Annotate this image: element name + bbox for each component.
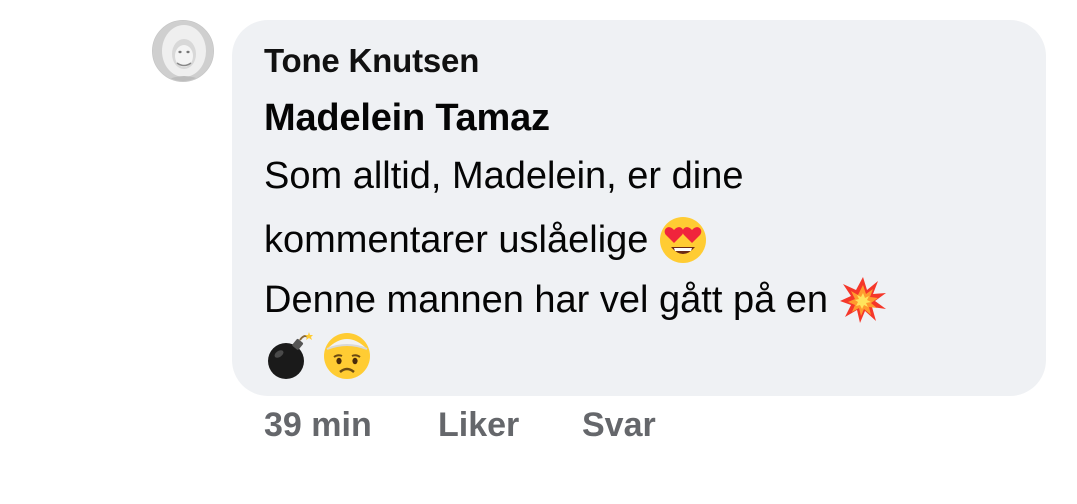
like-button[interactable]: Liker <box>438 406 519 445</box>
comment-author[interactable]: Tone Knutsen <box>264 42 479 80</box>
bomb-emoji-icon <box>264 331 314 381</box>
collision-emoji-icon <box>838 275 888 325</box>
comment-emoji-line <box>264 331 380 381</box>
dizzy-face-emoji-icon <box>322 331 372 381</box>
avatar-photo-icon <box>153 21 213 81</box>
heart-eyes-emoji-icon <box>658 215 708 265</box>
comment-text: Denne mannen har vel gått på en <box>264 278 829 321</box>
comment-text: Som alltid, Madelein, er dine <box>264 155 744 197</box>
comment-text-line: Som alltid, Madelein, er dine <box>264 155 743 198</box>
comment-thread: Tone Knutsen Madelein Tamaz Som alltid, … <box>0 0 1077 504</box>
comment-timestamp[interactable]: 39 min <box>264 406 372 445</box>
comment-text-line: kommentarer uslåelige <box>264 215 708 265</box>
avatar[interactable] <box>152 20 214 82</box>
comment-text: kommentarer uslåelige <box>264 218 649 261</box>
comment-text-line: Denne mannen har vel gått på en <box>264 275 888 325</box>
mentioned-user[interactable]: Madelein Tamaz <box>264 97 550 140</box>
reply-button[interactable]: Svar <box>582 406 656 445</box>
